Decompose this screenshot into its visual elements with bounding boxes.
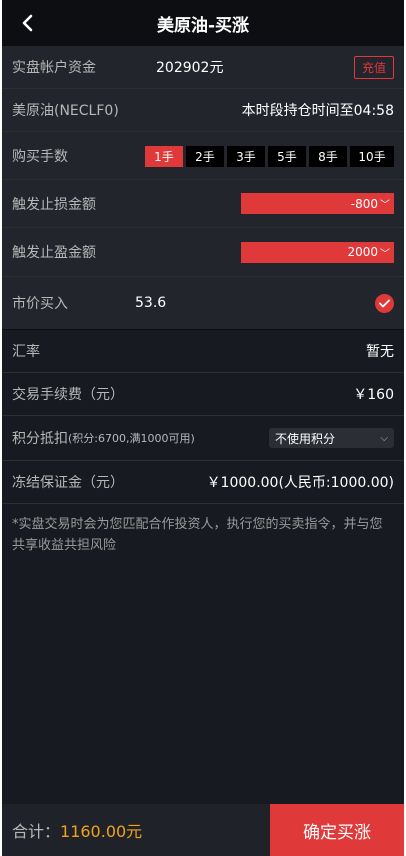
- margin-label: 冻结保证金（元）: [12, 475, 124, 491]
- account-funds-label: 实盘帐户资金: [12, 60, 96, 76]
- order-summary: 汇率 暂无 交易手续费（元） ￥160 积分抵扣 (积分:6700,满1000可…: [2, 330, 404, 566]
- lots-label: 购买手数: [12, 149, 68, 165]
- exchange-rate-label: 汇率: [12, 344, 40, 360]
- confirm-buy-button[interactable]: 确定买涨: [270, 804, 404, 856]
- margin-value: ￥1000.00(人民币:1000.00): [206, 475, 394, 491]
- account-funds-value: 202902元: [156, 60, 224, 76]
- lot-option-2[interactable]: 2手: [186, 146, 224, 167]
- checkmark-icon[interactable]: [375, 293, 394, 313]
- lot-option-8[interactable]: 8手: [309, 146, 347, 167]
- chevron-down-icon: ﹀: [380, 200, 390, 211]
- market-price: 53.6: [135, 295, 167, 311]
- chevron-down-icon: ﹀: [380, 248, 390, 260]
- order-screen: 美原油-买涨 实盘帐户资金 202902元 充值 美原油(NECLF0) 本时段…: [2, 0, 404, 856]
- risk-notice: *实盘交易时会为您匹配合作投资人，执行您的买卖指令，并与您共享收益共担风险: [12, 517, 383, 553]
- market-buy-row[interactable]: 市价买入 53.6: [2, 277, 404, 330]
- take-profit-value: 2000: [347, 245, 378, 259]
- exchange-rate-value: 暂无: [366, 344, 394, 360]
- total-amount: 合计： 1160.00元: [2, 804, 270, 856]
- hold-time-notice: 本时段持仓时间至04:58: [241, 103, 394, 119]
- take-profit-select[interactable]: 2000 ﹀: [241, 241, 394, 263]
- product-name: 美原油(NECLF0): [12, 103, 119, 119]
- check-glyph-icon: [379, 299, 390, 307]
- lot-option-5[interactable]: 5手: [268, 146, 306, 167]
- product-row: 美原油(NECLF0) 本时段持仓时间至04:58: [2, 89, 404, 132]
- fee-row: 交易手续费（元） ￥160: [2, 373, 404, 416]
- fee-value: ￥160: [353, 387, 394, 403]
- chevron-down-icon: ⌵: [380, 432, 388, 444]
- stop-loss-row: 触发止损金额 -800 ﹀: [2, 180, 404, 228]
- points-row: 积分抵扣 (积分:6700,满1000可用) 不使用积分 ⌵: [2, 416, 404, 461]
- margin-row: 冻结保证金（元） ￥1000.00(人民币:1000.00): [2, 461, 404, 504]
- lot-option-1[interactable]: 1手: [145, 146, 183, 167]
- take-profit-label: 触发止盈金额: [12, 245, 96, 261]
- chevron-left-icon: [22, 14, 33, 32]
- back-button[interactable]: [14, 0, 40, 46]
- total-label: 合计：: [12, 822, 61, 841]
- lots-row: 购买手数 1手 2手 3手 5手 8手 10手: [2, 132, 404, 180]
- total-value: 1160.00元: [60, 822, 143, 841]
- stop-loss-label: 触发止损金额: [12, 196, 96, 213]
- fee-label: 交易手续费（元）: [12, 387, 124, 403]
- points-detail: (积分:6700,满1000可用): [68, 432, 195, 445]
- stop-loss-select[interactable]: -800 ﹀: [241, 193, 394, 214]
- points-option: 不使用积分: [275, 431, 336, 446]
- lot-option-3[interactable]: 3手: [227, 146, 265, 167]
- header-bar: 美原油-买涨: [2, 0, 404, 46]
- exchange-rate-row: 汇率 暂无: [2, 330, 404, 373]
- account-funds-row: 实盘帐户资金 202902元 充值: [2, 46, 404, 89]
- points-select[interactable]: 不使用积分 ⌵: [269, 428, 394, 448]
- lots-selector: 1手 2手 3手 5手 8手 10手: [145, 146, 394, 167]
- recharge-button[interactable]: 充值: [353, 55, 394, 79]
- footer-bar: 合计： 1160.00元 确定买涨: [2, 804, 404, 856]
- market-buy-label: 市价买入: [12, 296, 68, 312]
- order-settings: 实盘帐户资金 202902元 充值 美原油(NECLF0) 本时段持仓时间至04…: [2, 46, 404, 330]
- stop-loss-value: -800: [350, 196, 378, 211]
- lot-option-10[interactable]: 10手: [350, 146, 394, 167]
- take-profit-row: 触发止盈金额 2000 ﹀: [2, 228, 404, 277]
- points-label: 积分抵扣: [12, 431, 68, 447]
- page-title: 美原油-买涨: [156, 15, 250, 36]
